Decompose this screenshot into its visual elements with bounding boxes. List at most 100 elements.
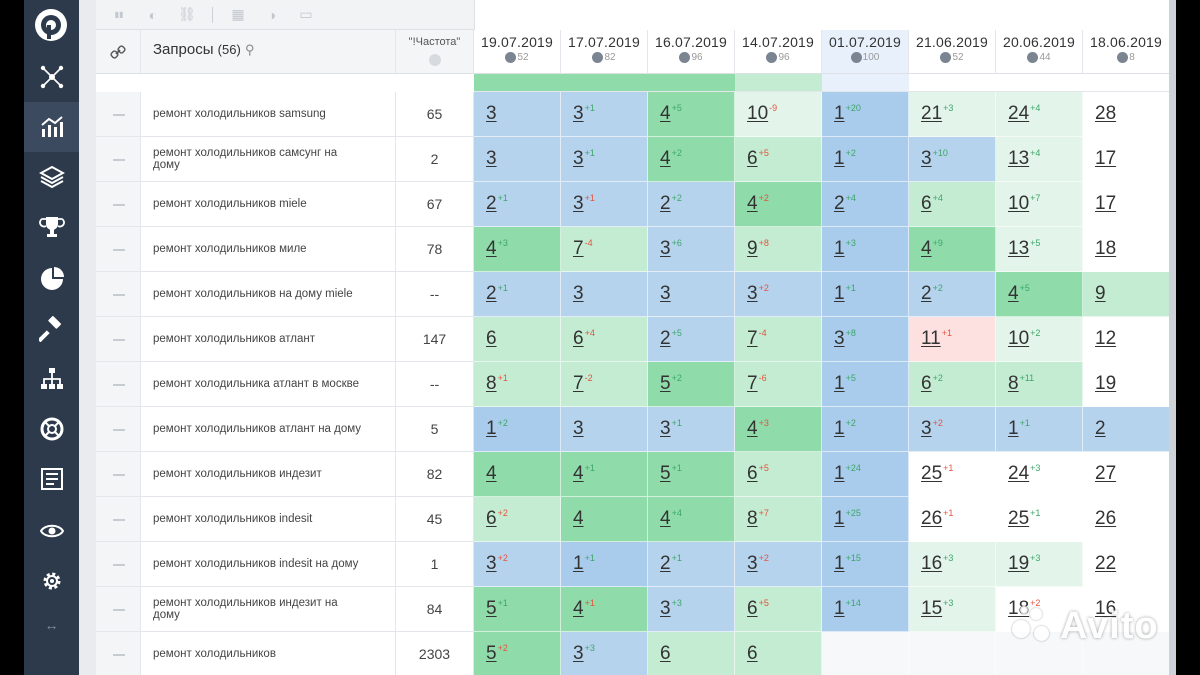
position-cell[interactable]: 13+5 xyxy=(996,227,1083,272)
position-cell[interactable]: 26 xyxy=(1083,497,1170,542)
row-link-cell[interactable] xyxy=(96,542,141,587)
position-link[interactable]: 1 xyxy=(834,598,845,619)
row-link-cell[interactable] xyxy=(96,587,141,632)
position-link[interactable]: 10 xyxy=(1008,328,1029,349)
position-cell[interactable]: 6+5 xyxy=(735,452,822,497)
position-cell[interactable]: 10+7 xyxy=(996,182,1083,227)
position-link[interactable]: 28 xyxy=(1095,103,1116,124)
position-cell[interactable]: 3+10 xyxy=(909,137,996,182)
position-cell[interactable]: 9+8 xyxy=(735,227,822,272)
position-cell[interactable]: 1+3 xyxy=(822,227,909,272)
table-row[interactable]: ремонт холодильников миле 78 4+3 7-4 3+6 9+8 1… xyxy=(96,227,1170,272)
sidebar-item-hammer[interactable] xyxy=(24,304,79,354)
position-link[interactable]: 5 xyxy=(660,373,671,394)
position-cell[interactable]: 6+4 xyxy=(909,182,996,227)
position-cell[interactable]: 4+2 xyxy=(648,137,735,182)
position-cell[interactable]: 3+1 xyxy=(561,92,648,137)
position-link[interactable]: 3 xyxy=(747,283,758,304)
position-cell[interactable]: 25+1 xyxy=(909,452,996,497)
position-link[interactable]: 8 xyxy=(747,508,758,529)
position-link[interactable]: 3 xyxy=(573,148,584,169)
position-cell[interactable]: 4+9 xyxy=(909,227,996,272)
position-link[interactable]: 2 xyxy=(660,193,671,214)
toggle-icon[interactable]: ◐ xyxy=(144,7,162,23)
position-link[interactable]: 3 xyxy=(573,283,584,304)
row-link-cell[interactable] xyxy=(96,407,141,452)
position-link[interactable]: 1 xyxy=(834,373,845,394)
position-link[interactable]: 5 xyxy=(660,463,671,484)
position-cell[interactable]: 2 xyxy=(1083,407,1170,452)
position-cell[interactable]: 5+2 xyxy=(648,362,735,407)
position-link[interactable]: 18 xyxy=(1095,238,1116,259)
position-cell[interactable]: 4 xyxy=(474,452,561,497)
row-link-cell[interactable] xyxy=(96,317,141,362)
position-link[interactable]: 2 xyxy=(660,553,671,574)
table-row[interactable]: ремонт холодильников miele 67 2+1 3+1 2+2 4+2… xyxy=(96,182,1170,227)
position-cell[interactable]: 7-4 xyxy=(735,317,822,362)
position-link[interactable]: 4 xyxy=(486,463,497,484)
position-link[interactable]: 3 xyxy=(747,553,758,574)
position-link[interactable]: 15 xyxy=(921,598,942,619)
position-link[interactable]: 3 xyxy=(486,103,497,124)
position-cell[interactable]: 1+24 xyxy=(822,452,909,497)
position-link[interactable]: 19 xyxy=(1095,373,1116,394)
scrollbar[interactable] xyxy=(1169,0,1176,675)
position-cell[interactable]: 6 xyxy=(474,317,561,362)
position-link[interactable]: 4 xyxy=(1008,283,1019,304)
position-link[interactable]: 1 xyxy=(573,553,584,574)
date-column-header[interactable]: 21.06.2019 52 xyxy=(909,30,996,74)
position-link[interactable]: 3 xyxy=(573,193,584,214)
position-cell[interactable]: 11+1 xyxy=(909,317,996,362)
position-link[interactable]: 25 xyxy=(1008,508,1029,529)
position-link[interactable]: 2 xyxy=(486,193,497,214)
row-link-cell[interactable] xyxy=(96,497,141,542)
position-link[interactable]: 4 xyxy=(573,598,584,619)
date-column-header[interactable]: 17.07.2019 82 xyxy=(561,30,648,74)
position-cell[interactable]: 22 xyxy=(1083,542,1170,587)
position-cell[interactable]: 3+2 xyxy=(474,542,561,587)
position-cell[interactable]: 4+3 xyxy=(735,407,822,452)
row-link-cell[interactable] xyxy=(96,227,141,272)
position-cell[interactable]: 3+3 xyxy=(648,587,735,632)
position-cell[interactable]: 12 xyxy=(1083,317,1170,362)
position-cell[interactable]: 25+1 xyxy=(996,497,1083,542)
date-column-header[interactable]: 20.06.2019 44 xyxy=(996,30,1083,74)
row-link-cell[interactable] xyxy=(96,452,141,497)
position-cell[interactable]: 4+4 xyxy=(648,497,735,542)
position-link[interactable]: 4 xyxy=(747,193,758,214)
folder-icon[interactable]: ▭ xyxy=(297,6,315,23)
position-link[interactable]: 6 xyxy=(747,643,758,664)
position-cell[interactable]: 1+25 xyxy=(822,497,909,542)
position-cell[interactable]: 3+8 xyxy=(822,317,909,362)
table-row[interactable]: ремонт холодильника атлант в москве -- 8+1… xyxy=(96,362,1170,407)
position-link[interactable]: 3 xyxy=(573,643,584,664)
position-link[interactable]: 4 xyxy=(660,508,671,529)
position-link[interactable]: 4 xyxy=(921,238,932,259)
table-row[interactable]: ремонт холодильников indesit 45 6+2 4 4+4 8+7… xyxy=(96,497,1170,542)
position-link[interactable]: 3 xyxy=(660,598,671,619)
position-link[interactable]: 3 xyxy=(921,418,932,439)
position-link[interactable]: 1 xyxy=(834,463,845,484)
date-column-header[interactable]: 18.06.2019 8 xyxy=(1083,30,1170,74)
position-cell[interactable]: 5+2 xyxy=(474,632,561,675)
position-cell[interactable]: 17 xyxy=(1083,137,1170,182)
position-cell[interactable]: 24+3 xyxy=(996,452,1083,497)
position-link[interactable]: 6 xyxy=(921,193,932,214)
position-cell[interactable]: 2+1 xyxy=(474,182,561,227)
position-cell[interactable]: 7-4 xyxy=(561,227,648,272)
position-link[interactable]: 2 xyxy=(1095,418,1106,439)
position-link[interactable]: 4 xyxy=(573,463,584,484)
position-link[interactable]: 6 xyxy=(747,463,758,484)
position-cell[interactable]: 4+2 xyxy=(735,182,822,227)
position-cell[interactable]: 8+11 xyxy=(996,362,1083,407)
position-cell[interactable]: 2+4 xyxy=(822,182,909,227)
logo-icon[interactable] xyxy=(30,4,72,46)
position-link[interactable]: 8 xyxy=(1008,373,1019,394)
position-link[interactable]: 27 xyxy=(1095,463,1116,484)
table-row[interactable]: ремонт холодильников 2303 5+2 3+3 6 6 xyxy=(96,632,1170,675)
table-row[interactable]: ремонт холодильников samsung 65 3 3+1 4+5 10-… xyxy=(96,92,1170,137)
position-cell[interactable]: 3+2 xyxy=(735,542,822,587)
sidebar-item-pie[interactable] xyxy=(24,254,79,304)
position-link[interactable]: 7 xyxy=(573,238,584,259)
position-cell[interactable]: 18 xyxy=(1083,227,1170,272)
